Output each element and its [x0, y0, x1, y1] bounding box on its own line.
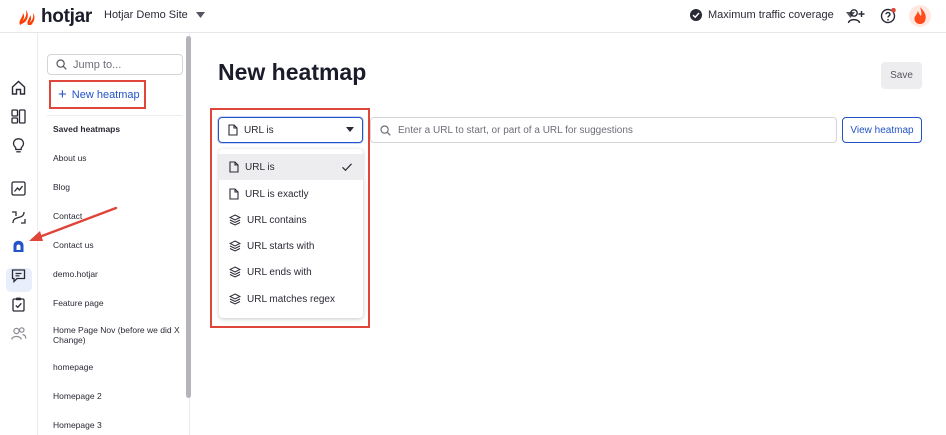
page-icon	[229, 188, 239, 200]
feedback-icon[interactable]	[10, 267, 27, 284]
recordings-icon[interactable]	[10, 209, 27, 226]
menu-item-url-is-exactly[interactable]: URL is exactly	[219, 181, 363, 207]
annotation-arrow-icon	[29, 206, 118, 241]
sidebar-scrollbar[interactable]	[186, 36, 191, 398]
url-match-dropdown[interactable]: URL is	[218, 117, 363, 143]
home-icon[interactable]	[10, 79, 27, 96]
hotjar-logo-icon	[19, 10, 35, 25]
saved-heatmap-item[interactable]: Feature page	[53, 298, 178, 308]
saved-heatmap-item[interactable]: Homepage 3	[53, 420, 178, 430]
menu-item-url-is[interactable]: URL is	[219, 154, 363, 180]
search-icon	[380, 124, 391, 136]
saved-heatmap-item[interactable]: demo.hotjar	[53, 269, 178, 279]
chevron-down-icon	[195, 12, 205, 18]
layers-icon	[229, 266, 241, 278]
traffic-coverage-selector[interactable]: Maximum traffic coverage	[690, 9, 855, 21]
url-input-placeholder: Enter a URL to start, or part of a URL f…	[398, 124, 633, 136]
menu-item-url-ends-with[interactable]: URL ends with	[219, 259, 363, 285]
saved-heatmaps-heading: Saved heatmaps	[53, 124, 121, 134]
layers-icon	[229, 240, 241, 252]
trends-icon[interactable]	[10, 180, 27, 197]
heatmaps-icon[interactable]	[10, 238, 27, 255]
traffic-label: Maximum traffic coverage	[708, 9, 834, 21]
add-user-icon[interactable]	[847, 7, 865, 25]
saved-heatmap-item[interactable]: Homepage 2	[53, 391, 178, 401]
brand-name: hotjar	[41, 6, 92, 27]
users-icon[interactable]	[10, 325, 27, 342]
new-heatmap-label: New heatmap	[71, 88, 140, 101]
check-circle-icon	[690, 9, 702, 21]
page-icon	[229, 161, 239, 173]
view-heatmap-button[interactable]: View heatmap	[842, 117, 922, 143]
layers-icon	[229, 214, 241, 226]
dropdown-selected-value: URL is	[244, 124, 274, 136]
menu-item-label: URL matches regex	[247, 293, 335, 305]
menu-item-label: URL ends with	[247, 266, 312, 278]
layers-icon	[229, 293, 241, 305]
new-heatmap-button[interactable]: + New heatmap	[49, 80, 146, 109]
jump-to-search[interactable]: Jump to...	[47, 54, 183, 75]
site-name: Hotjar Demo Site	[104, 9, 188, 21]
saved-heatmap-item[interactable]: homepage	[53, 362, 178, 372]
page-icon	[228, 124, 238, 136]
url-input[interactable]: Enter a URL to start, or part of a URL f…	[370, 117, 837, 143]
url-match-menu: URL is URL is exactly URL contains URL s…	[219, 149, 363, 318]
top-bar: hotjar Hotjar Demo Site Maximum traffic …	[0, 0, 946, 33]
sidebar-divider	[47, 115, 182, 116]
menu-item-label: URL is	[245, 161, 275, 173]
lightbulb-icon[interactable]	[10, 137, 27, 154]
saved-heatmap-item[interactable]: About us	[53, 153, 178, 163]
menu-item-label: URL is exactly	[245, 188, 309, 200]
hotjar-logo[interactable]: hotjar	[17, 6, 92, 28]
checkmark-icon	[342, 163, 352, 172]
dashboards-icon[interactable]	[10, 108, 27, 125]
search-icon	[56, 59, 67, 70]
site-selector[interactable]: Hotjar Demo Site	[104, 9, 205, 21]
menu-item-url-contains[interactable]: URL contains	[219, 207, 363, 233]
saved-heatmap-item[interactable]: Blog	[53, 182, 178, 192]
plus-icon: +	[58, 86, 67, 103]
flame-avatar-icon[interactable]	[909, 5, 931, 27]
surveys-icon[interactable]	[10, 296, 27, 313]
caret-down-icon	[346, 127, 354, 132]
search-placeholder: Jump to...	[73, 58, 122, 71]
menu-item-label: URL contains	[247, 214, 307, 226]
menu-item-url-matches-regex[interactable]: URL matches regex	[219, 286, 363, 312]
menu-item-url-starts-with[interactable]: URL starts with	[219, 233, 363, 259]
page-title: New heatmap	[218, 59, 367, 85]
help-icon[interactable]	[879, 7, 897, 25]
saved-heatmap-item[interactable]: Home Page Nov (before we did X Change)	[53, 325, 181, 345]
menu-item-label: URL starts with	[247, 240, 315, 252]
save-button[interactable]: Save	[881, 62, 922, 89]
